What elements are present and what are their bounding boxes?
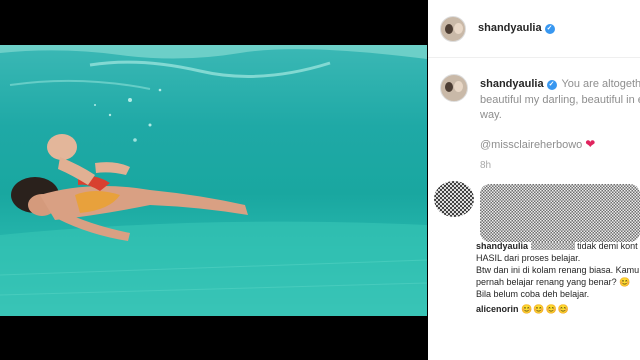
caption-text: shandyaulia✓ You are altogether beautifu… xyxy=(480,77,640,124)
reply-line-1: tidak demi kont xyxy=(577,241,638,251)
post-timestamp[interactable]: 8h xyxy=(480,160,491,171)
reply-username[interactable]: shandyaulia xyxy=(476,241,528,251)
caption-line-1: You are altogether xyxy=(561,78,640,90)
post-header: shandyaulia ✓ xyxy=(428,0,640,58)
caption-username[interactable]: shandyaulia ✓ xyxy=(480,78,557,90)
header-username-text[interactable]: shandyaulia xyxy=(478,22,542,34)
mention-link[interactable]: @missclaireherbowo xyxy=(480,139,582,151)
header-username[interactable]: shandyaulia ✓ xyxy=(478,22,555,34)
verified-badge-icon: ✓ xyxy=(546,80,557,90)
underwater-scene xyxy=(0,45,427,316)
caption-avatar[interactable] xyxy=(440,74,468,102)
verified-badge-icon: ✓ xyxy=(544,24,555,34)
reply-line-4: pernah belajar renang yang benar? 😊 xyxy=(476,277,631,287)
heart-icon: ❤ xyxy=(585,137,596,151)
comment-alicenorin: alicenorin 😊😊😊😊 xyxy=(476,304,570,315)
post-side-panel: shandyaulia ✓ shandyaulia ✓ You are altoge… xyxy=(428,0,640,360)
header-avatar[interactable] xyxy=(440,16,466,42)
caption-username-text[interactable]: shandyaulia xyxy=(480,78,544,90)
post-caption: shandyaulia✓ You are altogether beautifu… xyxy=(428,58,640,178)
reply-comment: shandyaulia tidak demi kont HASIL dari p… xyxy=(476,240,640,300)
blurred-comment xyxy=(480,184,640,242)
comment2-username[interactable]: alicenorin xyxy=(476,304,519,314)
reply-line-5: Bila belum coba deh belajar. xyxy=(476,289,590,299)
comment2-emojis: 😊😊😊😊 xyxy=(521,304,570,314)
blurred-mention xyxy=(530,242,575,250)
caption-line-3: way. xyxy=(480,109,502,121)
post-video[interactable]: 🔈 xyxy=(0,45,427,316)
reply-line-2: HASIL dari proses belajar. xyxy=(476,253,581,263)
mention-line: @missclaireherbowo ❤ xyxy=(480,137,595,151)
media-column: 🔈 xyxy=(0,0,427,360)
caption-line-2: beautiful my darling, beautiful in every xyxy=(480,93,640,106)
reply-line-3: Btw dan ini di kolam renang biasa. Kamu … xyxy=(476,265,640,275)
blurred-avatar xyxy=(434,181,474,217)
